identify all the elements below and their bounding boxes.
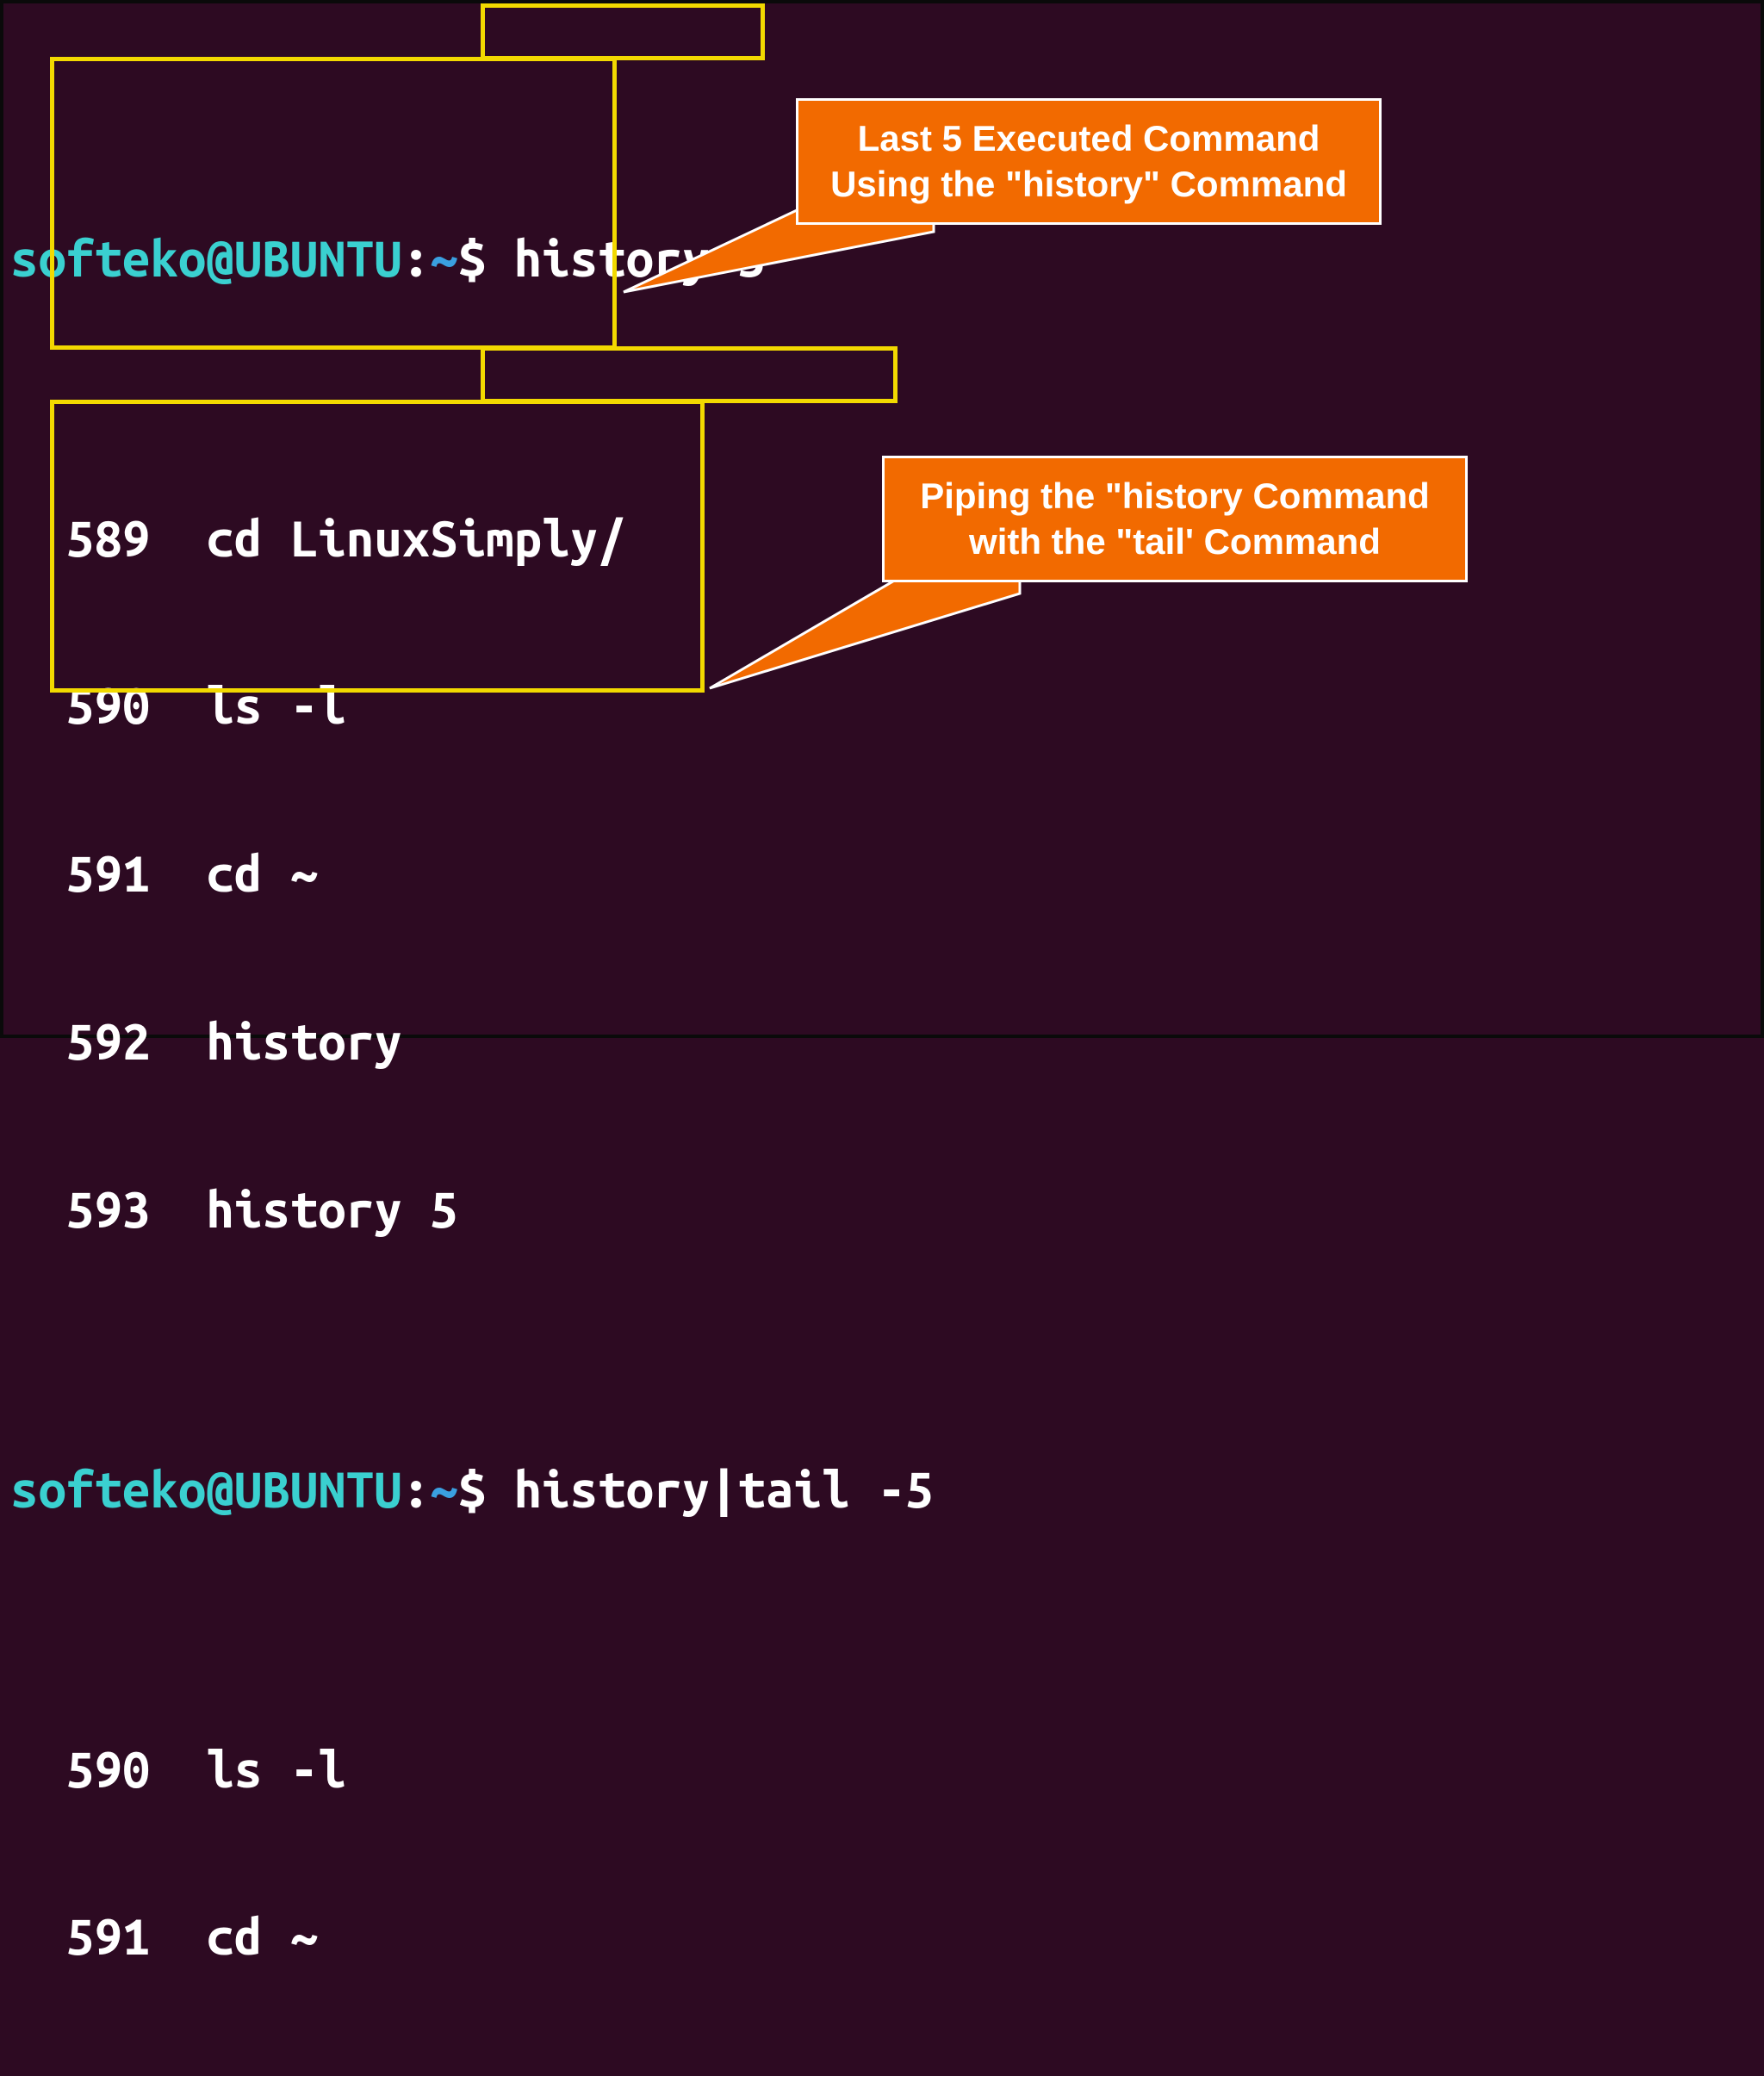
command-2: history|tail -5	[514, 1461, 934, 1517]
history-row: 591 cd ~	[10, 1909, 1754, 1965]
history-row: 590 ls -l	[10, 1742, 1754, 1798]
history-cmd: history 5	[206, 1181, 457, 1237]
history-row: 593 history 5	[10, 1182, 1754, 1238]
prompt-line-2[interactable]: softeko@UBUNTU:~$ history|tail -5	[10, 1462, 1754, 1518]
prompt-path: ~	[430, 1461, 457, 1517]
history-cmd: cd ~	[206, 845, 318, 901]
history-num: 590	[66, 677, 150, 733]
prompt-path: ~	[430, 230, 457, 286]
prompt-colon: :	[402, 1461, 430, 1517]
callout-1-line2: Using the "history" Command	[817, 162, 1360, 208]
history-cmd: ls -l	[206, 1741, 345, 1797]
history-cmd: cd LinuxSimply/	[206, 510, 625, 566]
user-host: softeko@UBUNTU	[10, 230, 402, 286]
history-row: 591 cd ~	[10, 846, 1754, 902]
history-num: 592	[66, 1013, 150, 1069]
history-cmd: ls -l	[206, 677, 345, 733]
callout-1: Last 5 Executed Command Using the "histo…	[796, 98, 1382, 225]
callout-1-line1: Last 5 Executed Command	[817, 116, 1360, 162]
callout-2: Piping the "history Command with the "ta…	[882, 456, 1468, 582]
callout-2-line2: with the "tail' Command	[904, 519, 1446, 565]
history-num: 591	[66, 1908, 150, 1964]
history-num: 590	[66, 1741, 150, 1797]
user-host: softeko@UBUNTU	[10, 1461, 402, 1517]
callout-2-line1: Piping the "history Command	[904, 474, 1446, 519]
history-num: 589	[66, 510, 150, 566]
prompt-colon: :	[402, 230, 430, 286]
prompt-symbol: $	[458, 230, 486, 286]
history-cmd: history	[206, 1013, 401, 1069]
history-cmd: cd ~	[206, 1908, 318, 1964]
history-num: 593	[66, 1181, 150, 1237]
history-row: 592 history	[10, 1014, 1754, 1070]
prompt-symbol: $	[458, 1461, 486, 1517]
history-num: 591	[66, 845, 150, 901]
